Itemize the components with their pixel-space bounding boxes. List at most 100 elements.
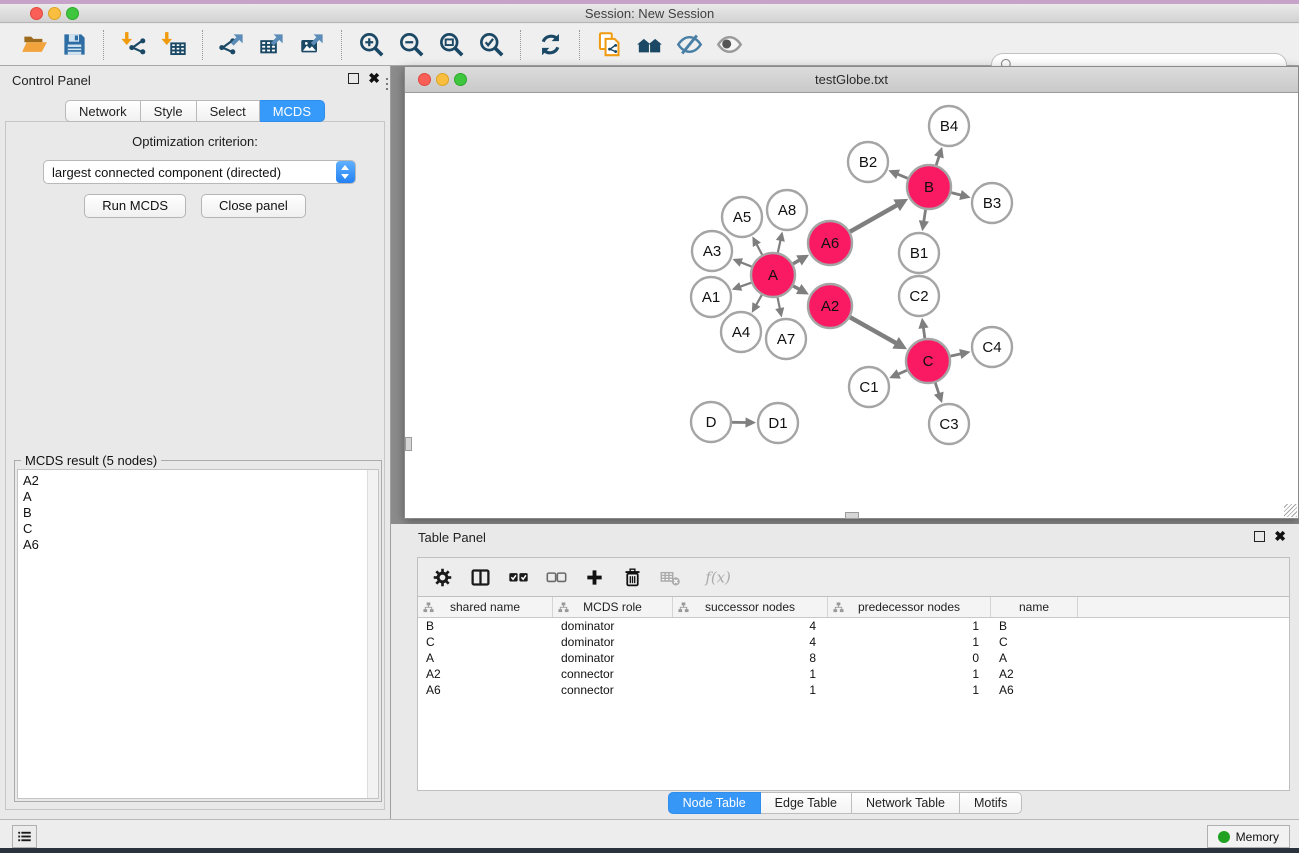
node-C1[interactable]: C1 [849,367,889,407]
panel-splitter-handle[interactable] [386,78,389,90]
import-network-button[interactable] [113,28,153,62]
task-history-button[interactable] [12,825,37,848]
tab-network[interactable]: Network [65,100,141,122]
node-A6[interactable]: A6 [808,221,852,265]
show-all-button[interactable] [709,28,749,62]
network-canvas[interactable]: AA1A2A3A4A5A6A7A8BB1B2B3B4CC1C2C3C4DD1 [405,93,1298,518]
export-network-button[interactable] [212,28,252,62]
zoom-window-button[interactable] [66,7,79,20]
network-close-button[interactable] [418,73,431,86]
edge-A-A8[interactable] [778,240,781,253]
edge-A-A7[interactable] [778,298,780,310]
node-C4[interactable]: C4 [972,327,1012,367]
edge-A-A1[interactable] [740,283,752,287]
table-row[interactable]: Adominator80A [418,650,1289,666]
node-A8[interactable]: A8 [767,190,807,230]
close-window-button[interactable] [30,7,43,20]
run-mcds-button[interactable]: Run MCDS [84,194,186,218]
node-D1[interactable]: D1 [758,403,798,443]
tab-mcds[interactable]: MCDS [260,100,325,122]
criterion-dropdown[interactable]: largest connected component (directed) [43,160,356,184]
table-row[interactable]: A6connector11A6 [418,682,1289,698]
mcds-result-item[interactable]: A [23,489,378,505]
tab-motifs[interactable]: Motifs [960,792,1022,814]
node-C3[interactable]: C3 [929,404,969,444]
edge-B-B2[interactable] [897,174,908,178]
zoom-selected-button[interactable] [471,28,511,62]
node-B2[interactable]: B2 [848,142,888,182]
table-row[interactable]: A2connector11A2 [418,666,1289,682]
first-neighbors-button[interactable] [629,28,669,62]
mcds-result-item[interactable]: A6 [23,537,378,553]
float-table-panel-icon[interactable] [1254,531,1265,542]
node-A2[interactable]: A2 [808,284,852,328]
select-all-rows-button[interactable] [508,565,529,589]
toggle-columns-button[interactable] [470,565,491,589]
table-settings-button[interactable] [432,565,453,589]
birdseye-handle-bottom[interactable] [845,512,859,519]
birdseye-handle-left[interactable] [405,437,412,451]
zoom-fit-button[interactable] [431,28,471,62]
node-C2[interactable]: C2 [899,276,939,316]
mcds-result-item[interactable]: C [23,521,378,537]
node-B4[interactable]: B4 [929,106,969,146]
minimize-window-button[interactable] [48,7,61,20]
node-A1[interactable]: A1 [691,277,731,317]
node-B1[interactable]: B1 [899,233,939,273]
refresh-button[interactable] [530,28,570,62]
node-C[interactable]: C [906,339,950,383]
edge-A-A3[interactable] [740,262,751,266]
column-header-name[interactable]: name [991,597,1078,617]
node-A[interactable]: A [751,253,795,297]
zoom-out-button[interactable] [391,28,431,62]
mcds-result-item[interactable]: B [23,505,378,521]
edge-A-A2[interactable] [793,286,799,289]
add-column-button[interactable] [584,565,605,589]
export-table-button[interactable] [252,28,292,62]
new-network-from-file-button[interactable] [589,28,629,62]
column-header-successor-nodes[interactable]: successor nodes [673,597,828,617]
edge-A6-B[interactable] [850,205,897,232]
close-panel-icon[interactable]: ✖ [368,73,380,84]
hide-selected-button[interactable] [669,28,709,62]
table-row[interactable]: Cdominator41C [418,634,1289,650]
edge-C-C4[interactable] [950,354,961,356]
node-B3[interactable]: B3 [972,183,1012,223]
table-row[interactable]: Bdominator41B [418,618,1289,634]
network-window-titlebar[interactable]: testGlobe.txt [405,67,1298,93]
column-header-predecessor-nodes[interactable]: predecessor nodes [828,597,991,617]
open-session-button[interactable] [14,28,54,62]
tab-edge-table[interactable]: Edge Table [761,792,852,814]
tab-node-table[interactable]: Node Table [668,792,761,814]
tab-select[interactable]: Select [197,100,260,122]
network-zoom-button[interactable] [454,73,467,86]
node-A5[interactable]: A5 [722,197,762,237]
import-table-button[interactable] [153,28,193,62]
close-table-panel-icon[interactable]: ✖ [1274,531,1286,542]
memory-button[interactable]: Memory [1207,825,1290,848]
edge-B-B3[interactable] [951,193,961,196]
edge-C-C2[interactable] [923,327,925,338]
mcds-result-item[interactable]: A2 [23,473,378,489]
column-header-MCDS-role[interactable]: MCDS role [553,597,673,617]
result-scrollbar[interactable] [367,470,378,798]
save-session-button[interactable] [54,28,94,62]
edge-C-C3[interactable] [935,383,939,394]
tab-network-table[interactable]: Network Table [852,792,960,814]
node-A7[interactable]: A7 [766,319,806,359]
deselect-all-rows-button[interactable] [546,565,567,589]
mcds-result-list[interactable]: A2ABCA6 [17,469,379,799]
node-A4[interactable]: A4 [721,312,761,352]
node-A3[interactable]: A3 [692,231,732,271]
float-panel-icon[interactable] [348,73,359,84]
node-B[interactable]: B [907,165,951,209]
close-panel-button[interactable]: Close panel [201,194,306,218]
edge-A-A6[interactable] [793,260,800,264]
delete-columns-button[interactable] [622,565,643,589]
export-image-button[interactable] [292,28,332,62]
edge-B-B1[interactable] [924,210,926,222]
edge-A2-C[interactable] [850,317,896,343]
column-header-shared-name[interactable]: shared name [418,597,553,617]
zoom-in-button[interactable] [351,28,391,62]
edge-A-A4[interactable] [756,295,762,305]
